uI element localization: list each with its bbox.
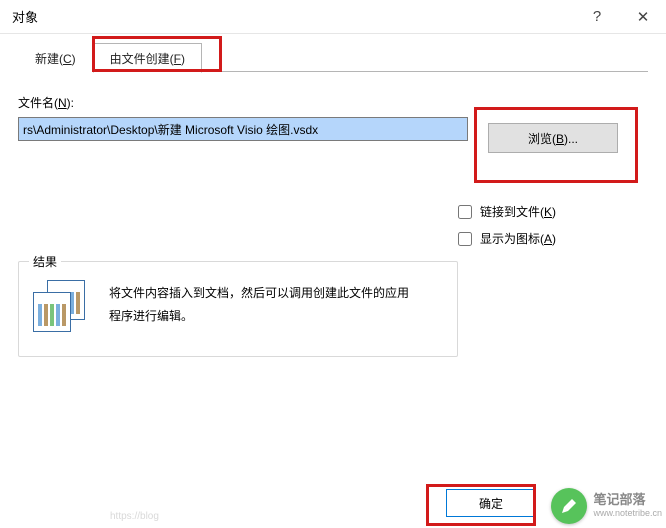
tab-new[interactable]: 新建(C): [18, 43, 93, 73]
filename-label: 文件名(N):: [18, 94, 648, 111]
tab-create-from-file[interactable]: 由文件创建(F): [93, 43, 202, 73]
help-button[interactable]: ?: [574, 0, 620, 34]
browse-button[interactable]: 浏览(B)...: [488, 123, 618, 153]
pencil-icon: [551, 488, 587, 524]
result-pages-icon: [29, 280, 89, 332]
filename-input[interactable]: [19, 118, 467, 140]
display-as-icon-check[interactable]: 显示为图标(A): [458, 230, 648, 247]
result-legend: 结果: [29, 253, 61, 270]
link-to-file-check[interactable]: 链接到文件(K): [458, 203, 648, 220]
close-button[interactable]: ✕: [620, 0, 666, 34]
watermark-title: 笔记部落: [593, 493, 662, 508]
link-to-file-checkbox[interactable]: [458, 205, 472, 219]
display-as-icon-checkbox[interactable]: [458, 232, 472, 246]
dialog-title: 对象: [12, 7, 38, 26]
tabbar: 新建(C) 由文件创建(F): [18, 42, 648, 72]
result-text: 将文件内容插入到文档，然后可以调用创建此文件的应用程序进行编辑。: [109, 282, 409, 328]
watermark: 笔记部落 www.notetribe.cn: [551, 488, 662, 524]
link-to-file-label: 链接到文件(K): [480, 203, 556, 220]
result-group: 结果 将文件内容插入到文档，然后可以调用创建此文件的应用程序进行编辑。: [18, 261, 458, 357]
faded-url: https://blog: [110, 511, 159, 522]
ok-button[interactable]: 确定: [446, 489, 536, 517]
titlebar: 对象 ? ✕: [0, 0, 666, 34]
filename-input-wrap: [18, 117, 468, 141]
watermark-url: www.notetribe.cn: [593, 508, 662, 518]
display-as-icon-label: 显示为图标(A): [480, 230, 556, 247]
